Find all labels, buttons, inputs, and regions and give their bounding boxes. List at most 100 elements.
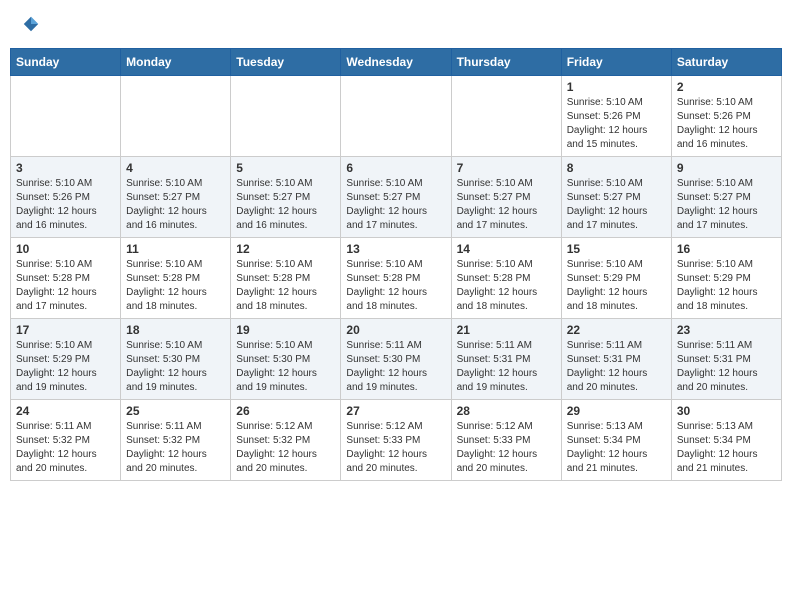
day-info: Sunrise: 5:11 AM Sunset: 5:32 PM Dayligh… — [16, 420, 115, 476]
day-number: 24 — [16, 404, 115, 418]
calendar-cell: 6 Sunrise: 5:10 AM Sunset: 5:27 PM Daylig… — [341, 157, 451, 238]
day-info: Sunrise: 5:10 AM Sunset: 5:27 PM Dayligh… — [677, 177, 776, 233]
day-number: 10 — [16, 242, 115, 256]
day-number: 9 — [677, 161, 776, 175]
calendar-cell: 26Sunrise: 5:12 AM Sunset: 5:32 PM Dayli… — [231, 400, 341, 481]
day-info: Sunrise: 5:10 AM Sunset: 5:28 PM Dayligh… — [126, 258, 225, 314]
calendar-cell: 18 Sunrise: 5:10 AM Sunset: 5:30 PM Dayli… — [121, 319, 231, 400]
calendar-cell: 3 Sunrise: 5:10 AM Sunset: 5:26 PM Daylig… — [11, 157, 121, 238]
calendar-cell: 23 Sunrise: 5:11 AM Sunset: 5:31 PM Dayli… — [671, 319, 781, 400]
calendar-cell: 7 Sunrise: 5:10 AM Sunset: 5:27 PM Daylig… — [451, 157, 561, 238]
day-info: Sunrise: 5:10 AM Sunset: 5:27 PM Dayligh… — [457, 177, 556, 233]
weekday-header: Tuesday — [231, 49, 341, 76]
day-number: 6 — [346, 161, 445, 175]
day-number: 25 — [126, 404, 225, 418]
calendar-cell: 29 Sunrise: 5:13 AM Sunset: 5:34 PM Dayli… — [561, 400, 671, 481]
logo-icon — [22, 15, 40, 33]
day-number: 11 — [126, 242, 225, 256]
page-header — [10, 10, 782, 38]
day-info: Sunrise: 5:11 AM Sunset: 5:31 PM Dayligh… — [457, 339, 556, 395]
day-info: Sunrise: 5:13 AM Sunset: 5:34 PM Dayligh… — [567, 420, 666, 476]
calendar-cell: 30 Sunrise: 5:13 AM Sunset: 5:34 PM Dayli… — [671, 400, 781, 481]
day-number: 7 — [457, 161, 556, 175]
day-number: 5 — [236, 161, 335, 175]
calendar-cell: 16 Sunrise: 5:10 AM Sunset: 5:29 PM Dayli… — [671, 238, 781, 319]
calendar-cell — [341, 76, 451, 157]
day-number: 15 — [567, 242, 666, 256]
logo — [20, 15, 40, 33]
calendar-cell — [121, 76, 231, 157]
day-number: 21 — [457, 323, 556, 337]
day-number: 3 — [16, 161, 115, 175]
calendar-week-row: 1 Sunrise: 5:10 AM Sunset: 5:26 PM Daylig… — [11, 76, 782, 157]
calendar-cell: 5 Sunrise: 5:10 AM Sunset: 5:27 PM Daylig… — [231, 157, 341, 238]
day-number: 1 — [567, 80, 666, 94]
day-number: 12 — [236, 242, 335, 256]
day-info: Sunrise: 5:10 AM Sunset: 5:27 PM Dayligh… — [346, 177, 445, 233]
calendar-week-row: 3 Sunrise: 5:10 AM Sunset: 5:26 PM Daylig… — [11, 157, 782, 238]
day-number: 14 — [457, 242, 556, 256]
day-info: Sunrise: 5:10 AM Sunset: 5:29 PM Dayligh… — [567, 258, 666, 314]
weekday-header: Sunday — [11, 49, 121, 76]
day-number: 27 — [346, 404, 445, 418]
day-number: 16 — [677, 242, 776, 256]
day-info: Sunrise: 5:10 AM Sunset: 5:30 PM Dayligh… — [126, 339, 225, 395]
day-info: Sunrise: 5:12 AM Sunset: 5:32 PM Dayligh… — [236, 420, 335, 476]
day-info: Sunrise: 5:12 AM Sunset: 5:33 PM Dayligh… — [457, 420, 556, 476]
day-info: Sunrise: 5:11 AM Sunset: 5:31 PM Dayligh… — [567, 339, 666, 395]
calendar-cell: 27 Sunrise: 5:12 AM Sunset: 5:33 PM Dayli… — [341, 400, 451, 481]
calendar-cell: 12 Sunrise: 5:10 AM Sunset: 5:28 PM Dayli… — [231, 238, 341, 319]
calendar-cell: 15 Sunrise: 5:10 AM Sunset: 5:29 PM Dayli… — [561, 238, 671, 319]
day-info: Sunrise: 5:10 AM Sunset: 5:28 PM Dayligh… — [16, 258, 115, 314]
weekday-header: Saturday — [671, 49, 781, 76]
calendar-table: SundayMondayTuesdayWednesdayThursdayFrid… — [10, 48, 782, 481]
calendar-cell: 1 Sunrise: 5:10 AM Sunset: 5:26 PM Daylig… — [561, 76, 671, 157]
weekday-header: Friday — [561, 49, 671, 76]
day-info: Sunrise: 5:10 AM Sunset: 5:26 PM Dayligh… — [567, 96, 666, 152]
weekday-header-row: SundayMondayTuesdayWednesdayThursdayFrid… — [11, 49, 782, 76]
day-number: 2 — [677, 80, 776, 94]
calendar-cell: 4 Sunrise: 5:10 AM Sunset: 5:27 PM Daylig… — [121, 157, 231, 238]
calendar-cell — [11, 76, 121, 157]
day-info: Sunrise: 5:10 AM Sunset: 5:26 PM Dayligh… — [677, 96, 776, 152]
calendar-cell: 9 Sunrise: 5:10 AM Sunset: 5:27 PM Daylig… — [671, 157, 781, 238]
calendar-cell: 20 Sunrise: 5:11 AM Sunset: 5:30 PM Dayli… — [341, 319, 451, 400]
weekday-header: Wednesday — [341, 49, 451, 76]
day-info: Sunrise: 5:10 AM Sunset: 5:27 PM Dayligh… — [126, 177, 225, 233]
calendar-cell: 10 Sunrise: 5:10 AM Sunset: 5:28 PM Dayli… — [11, 238, 121, 319]
day-number: 20 — [346, 323, 445, 337]
weekday-header: Monday — [121, 49, 231, 76]
calendar-cell: 28 Sunrise: 5:12 AM Sunset: 5:33 PM Dayli… — [451, 400, 561, 481]
day-number: 30 — [677, 404, 776, 418]
day-number: 17 — [16, 323, 115, 337]
weekday-header: Thursday — [451, 49, 561, 76]
day-number: 22 — [567, 323, 666, 337]
day-number: 19 — [236, 323, 335, 337]
calendar-cell — [451, 76, 561, 157]
calendar-cell: 2 Sunrise: 5:10 AM Sunset: 5:26 PM Daylig… — [671, 76, 781, 157]
day-number: 8 — [567, 161, 666, 175]
day-info: Sunrise: 5:12 AM Sunset: 5:33 PM Dayligh… — [346, 420, 445, 476]
day-info: Sunrise: 5:10 AM Sunset: 5:27 PM Dayligh… — [567, 177, 666, 233]
day-info: Sunrise: 5:10 AM Sunset: 5:27 PM Dayligh… — [236, 177, 335, 233]
day-info: Sunrise: 5:10 AM Sunset: 5:28 PM Dayligh… — [236, 258, 335, 314]
day-info: Sunrise: 5:11 AM Sunset: 5:32 PM Dayligh… — [126, 420, 225, 476]
day-info: Sunrise: 5:10 AM Sunset: 5:28 PM Dayligh… — [457, 258, 556, 314]
calendar-cell: 24 Sunrise: 5:11 AM Sunset: 5:32 PM Dayli… — [11, 400, 121, 481]
day-info: Sunrise: 5:10 AM Sunset: 5:29 PM Dayligh… — [677, 258, 776, 314]
day-number: 4 — [126, 161, 225, 175]
calendar-cell — [231, 76, 341, 157]
day-info: Sunrise: 5:11 AM Sunset: 5:30 PM Dayligh… — [346, 339, 445, 395]
calendar-cell: 21 Sunrise: 5:11 AM Sunset: 5:31 PM Dayli… — [451, 319, 561, 400]
day-number: 18 — [126, 323, 225, 337]
calendar-cell: 8 Sunrise: 5:10 AM Sunset: 5:27 PM Daylig… — [561, 157, 671, 238]
day-number: 28 — [457, 404, 556, 418]
day-number: 23 — [677, 323, 776, 337]
calendar-week-row: 17Sunrise: 5:10 AM Sunset: 5:29 PM Dayli… — [11, 319, 782, 400]
day-number: 29 — [567, 404, 666, 418]
day-info: Sunrise: 5:10 AM Sunset: 5:26 PM Dayligh… — [16, 177, 115, 233]
day-info: Sunrise: 5:13 AM Sunset: 5:34 PM Dayligh… — [677, 420, 776, 476]
day-number: 13 — [346, 242, 445, 256]
calendar-cell: 25 Sunrise: 5:11 AM Sunset: 5:32 PM Dayli… — [121, 400, 231, 481]
day-info: Sunrise: 5:11 AM Sunset: 5:31 PM Dayligh… — [677, 339, 776, 395]
